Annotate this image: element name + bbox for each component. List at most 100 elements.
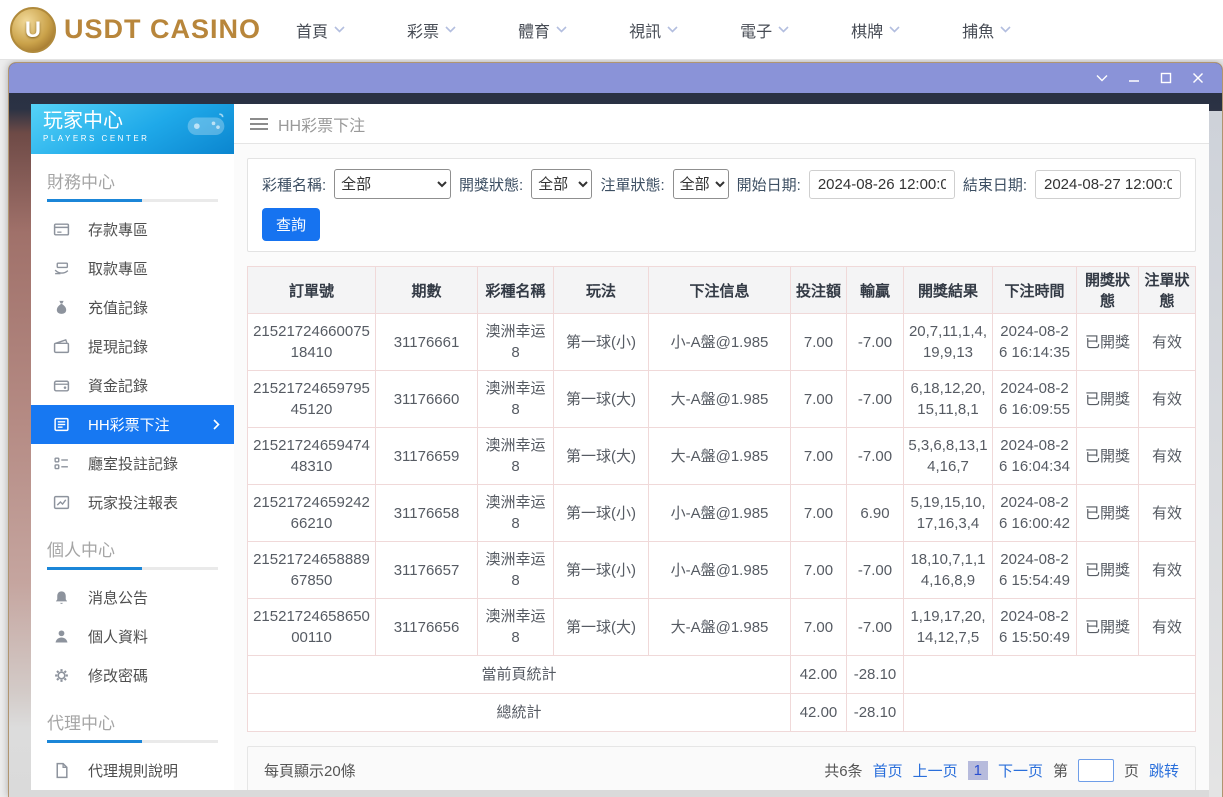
table-cell: 7.00 <box>790 427 847 485</box>
brand-name: USDT CASINO <box>64 14 262 44</box>
window-maximize-button[interactable] <box>1150 65 1182 91</box>
table-cell: 澳洲幸运8 <box>477 541 554 599</box>
table-cell: 大-A盤@1.985 <box>648 427 791 485</box>
nav-item-video[interactable]: 視訊 <box>629 18 678 42</box>
jump-prefix-text: 第 <box>1052 762 1068 780</box>
table-cell: 小-A盤@1.985 <box>648 541 791 599</box>
page-title: HH彩票下注 <box>278 117 366 135</box>
column-header: 投注額 <box>790 266 847 314</box>
chevron-down-icon <box>889 26 900 33</box>
table-cell: 2152172466007518410 <box>247 313 376 371</box>
table-cell: -7.00 <box>846 541 904 599</box>
document-icon <box>53 762 70 779</box>
chevron-down-icon <box>445 26 456 33</box>
column-header: 下注信息 <box>648 266 791 314</box>
sidebar-item-room-bet-records[interactable]: 廳室投註記錄 <box>31 444 234 483</box>
sidebar: 玩家中心 PLAYERS CENTER 財務中心 存款專區 取款專區 充值記錄 … <box>31 104 234 790</box>
table-cell: 6.90 <box>846 484 904 542</box>
nav-item-fishing[interactable]: 捕魚 <box>962 18 1011 42</box>
grand-summary-label: 總統計 <box>247 693 791 732</box>
start-date-input[interactable] <box>808 169 955 199</box>
jump-page-input[interactable] <box>1077 758 1114 782</box>
lottery-name-select[interactable]: 全部 <box>334 169 451 199</box>
top-navbar: U USDT CASINO 首頁 彩票 體育 視訊 電子 棋牌 捕魚 <box>0 0 1223 60</box>
window-close-button[interactable] <box>1182 65 1214 91</box>
sidebar-item-fund-records[interactable]: 資金記錄 <box>31 366 234 405</box>
table-cell: 7.00 <box>790 370 847 428</box>
gear-icon <box>53 667 70 684</box>
sidebar-item-withdraw[interactable]: 取款專區 <box>31 249 234 288</box>
first-page-link[interactable]: 首页 <box>873 760 903 781</box>
bets-table: 訂單號 期數 彩種名稱 玩法 下注信息 投注額 輸贏 開獎結果 下注時間 開獎狀態 注單狀態 215… <box>247 266 1196 732</box>
sidebar-item-recharge-records[interactable]: 充值記錄 <box>31 288 234 327</box>
table-row: 2152172466007518410 31176661 澳洲幸运8 第一球(小) 小-… <box>247 313 1196 371</box>
table-cell: 有效 <box>1138 484 1196 542</box>
table-cell: 澳洲幸运8 <box>477 484 554 542</box>
order-status-select[interactable]: 全部 <box>672 169 729 199</box>
table-cell: 大-A盤@1.985 <box>648 598 791 656</box>
table-cell: 31176659 <box>375 427 478 485</box>
sidebar-item-label: 代理規則說明 <box>88 762 179 780</box>
sidebar-item-player-bet-report[interactable]: 玩家投注報表 <box>31 483 234 522</box>
person-icon <box>53 628 70 645</box>
end-date-input[interactable] <box>1035 169 1181 199</box>
page-summary-winloss-total: -28.10 <box>846 655 904 694</box>
sidebar-item-change-password[interactable]: 修改密碼 <box>31 656 234 695</box>
table-cell: 2024-08-26 16:09:55 <box>992 370 1077 428</box>
table-cell: -7.00 <box>846 370 904 428</box>
next-page-link[interactable]: 下一页 <box>998 760 1043 781</box>
sidebar-item-deposit[interactable]: 存款專區 <box>31 210 234 249</box>
maximize-icon <box>1160 72 1172 84</box>
search-button[interactable]: 查詢 <box>262 208 321 241</box>
page-size-text: 每頁顯示20條 <box>264 762 356 780</box>
nav-item-cards[interactable]: 棋牌 <box>851 18 900 42</box>
table-cell: 2152172465865000110 <box>247 598 376 656</box>
table-cell: 7.00 <box>790 313 847 371</box>
menu-toggle-icon[interactable] <box>250 117 268 130</box>
jump-button[interactable]: 跳转 <box>1149 760 1179 781</box>
nav-item-lottery[interactable]: 彩票 <box>407 18 456 42</box>
table-cell: 5,3,6,8,13,14,16,7 <box>903 427 993 485</box>
bell-icon <box>53 589 70 606</box>
page-summary-label: 當前頁統計 <box>247 655 791 694</box>
table-cell: -7.00 <box>846 427 904 485</box>
sidebar-item-label: 存款專區 <box>88 221 149 239</box>
chevron-down-icon <box>334 26 345 33</box>
nav-item-label: 電子 <box>740 23 773 41</box>
table-cell: 第一球(小) <box>553 313 649 371</box>
sidebar-item-withdraw-records[interactable]: 提現記錄 <box>31 327 234 366</box>
sidebar-item-label: 消息公告 <box>88 589 149 607</box>
section-header-finance: 財務中心 <box>47 173 115 192</box>
table-cell: 有效 <box>1138 313 1196 371</box>
nav-item-sports[interactable]: 體育 <box>518 18 567 42</box>
brand-logo[interactable]: U USDT CASINO <box>10 6 262 53</box>
draw-status-select[interactable]: 全部 <box>531 169 593 199</box>
nav-item-home[interactable]: 首頁 <box>296 18 345 42</box>
sidebar-item-hh-lottery-bets[interactable]: HH彩票下注 <box>31 405 234 445</box>
table-cell: 2024-08-26 16:14:35 <box>992 313 1077 371</box>
table-cell: 第一球(大) <box>553 427 649 485</box>
current-page-indicator[interactable]: 1 <box>967 760 988 780</box>
table-cell: 1,19,17,20,14,12,7,5 <box>903 598 993 656</box>
nav-item-label: 捕魚 <box>962 23 995 41</box>
page-header: HH彩票下注 <box>234 104 1209 144</box>
prev-page-link[interactable]: 上一页 <box>913 760 958 781</box>
nav-item-label: 彩票 <box>407 23 440 41</box>
chevron-down-icon <box>556 26 567 33</box>
table-cell: 第一球(大) <box>553 598 649 656</box>
sidebar-item-agent-rules[interactable]: 代理規則說明 <box>31 751 234 790</box>
lottery-name-label: 彩種名稱: <box>262 176 327 194</box>
sidebar-item-announcements[interactable]: 消息公告 <box>31 578 234 617</box>
table-row: 2152172465888967850 31176657 澳洲幸运8 第一球(小) 小-… <box>247 541 1196 599</box>
table-cell: 2152172465979545120 <box>247 370 376 428</box>
sidebar-item-label: 玩家投注報表 <box>88 495 179 513</box>
window-collapse-button[interactable] <box>1086 65 1118 91</box>
start-date-label: 開始日期: <box>736 176 801 194</box>
table-cell: 已開獎 <box>1076 541 1139 599</box>
purse-icon <box>53 377 70 394</box>
sidebar-item-profile[interactable]: 個人資料 <box>31 617 234 656</box>
window-minimize-button[interactable] <box>1118 65 1150 91</box>
table-cell: 澳洲幸运8 <box>477 427 554 485</box>
chevron-down-icon <box>778 26 789 33</box>
nav-item-slots[interactable]: 電子 <box>740 18 789 42</box>
